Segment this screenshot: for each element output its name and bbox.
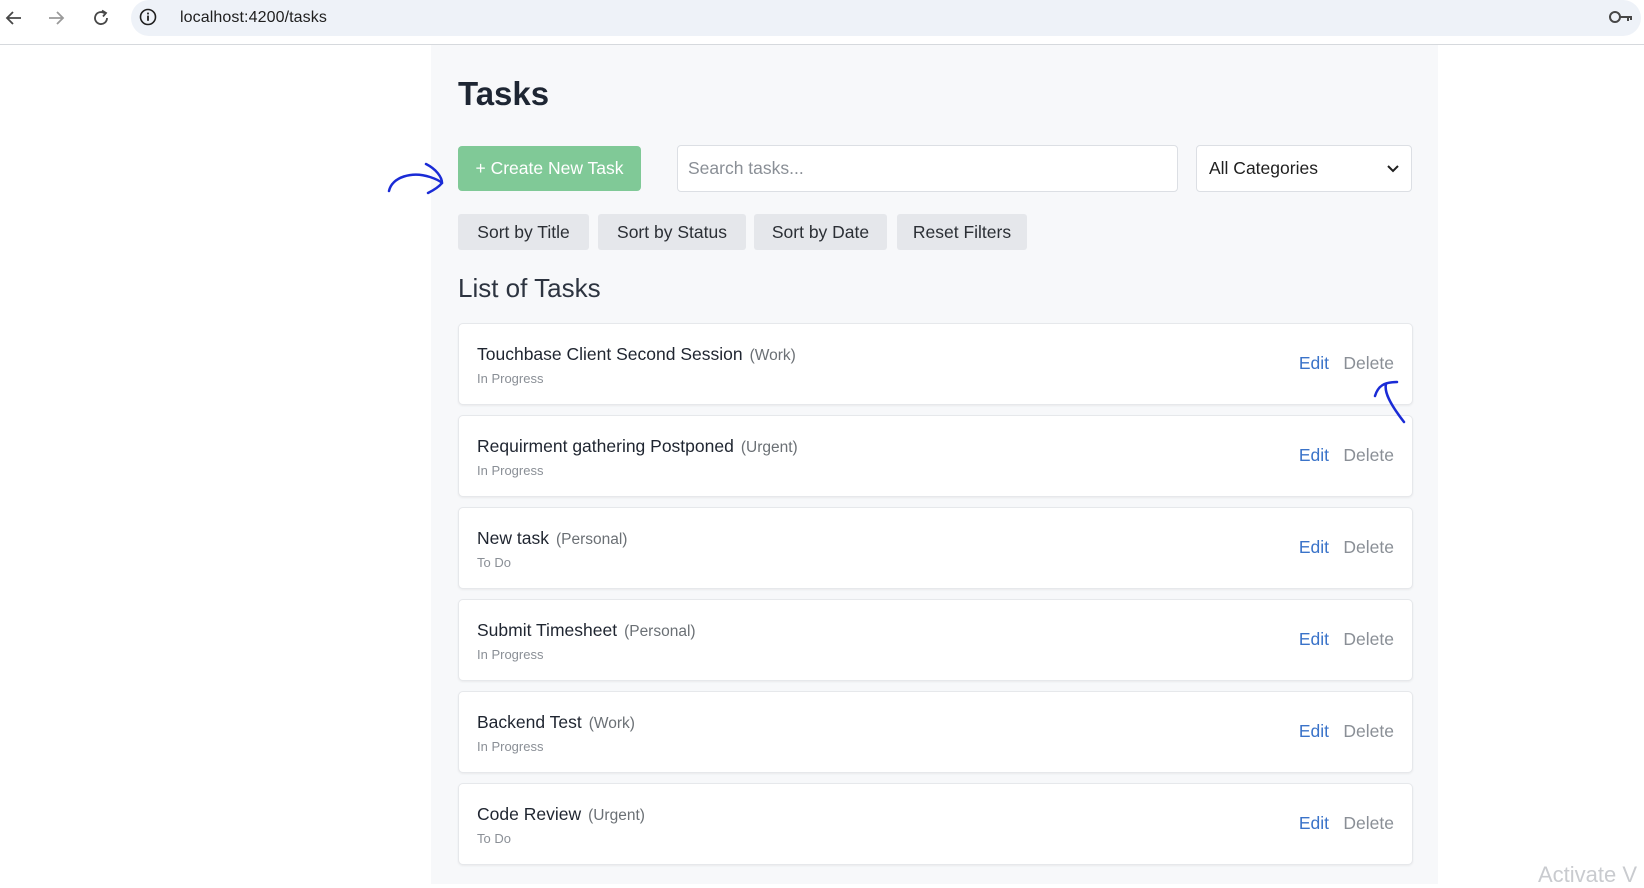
task-status: In Progress: [477, 647, 544, 662]
edit-link[interactable]: Edit: [1299, 629, 1329, 650]
address-bar[interactable]: [131, 0, 1641, 36]
task-status: To Do: [477, 555, 511, 570]
create-task-button[interactable]: + Create New Task: [458, 146, 641, 191]
edit-link[interactable]: Edit: [1299, 353, 1329, 374]
back-button[interactable]: [0, 4, 28, 32]
task-category: (Work): [749, 347, 796, 364]
arrow-right-icon: [49, 11, 65, 25]
task-category: (Urgent): [740, 439, 798, 456]
reload-icon: [94, 9, 108, 25]
reset-filters-button[interactable]: Reset Filters: [897, 214, 1027, 250]
task-card: Touchbase Client Second Session (Work) In…: [458, 323, 1413, 405]
edit-link[interactable]: Edit: [1299, 537, 1329, 558]
task-card: Requirment gathering Postponed (Urgent) I…: [458, 415, 1413, 497]
delete-link[interactable]: Delete: [1343, 537, 1394, 558]
delete-link[interactable]: Delete: [1343, 629, 1394, 650]
task-card: Backend Test (Work) In Progress Edit Dele…: [458, 691, 1413, 773]
sort-by-date-button[interactable]: Sort by Date: [754, 214, 887, 250]
edit-link[interactable]: Edit: [1299, 813, 1329, 834]
info-icon[interactable]: [138, 7, 158, 27]
url-text[interactable]: localhost:4200/tasks: [180, 7, 327, 29]
edit-link[interactable]: Edit: [1299, 445, 1329, 466]
task-status: In Progress: [477, 463, 544, 478]
task-title: Submit Timesheet: [477, 620, 618, 640]
arrow-left-icon: [5, 11, 21, 25]
delete-link[interactable]: Delete: [1343, 353, 1394, 374]
task-title: New task: [477, 528, 549, 548]
delete-link[interactable]: Delete: [1343, 721, 1394, 742]
sort-by-status-button[interactable]: Sort by Status: [598, 214, 746, 250]
task-category: (Personal): [555, 531, 628, 548]
task-card: Code Review (Urgent) To Do Edit Delete: [458, 783, 1413, 865]
chevron-down-icon: [1387, 164, 1399, 172]
delete-link[interactable]: Delete: [1343, 813, 1394, 834]
activate-windows-watermark: Activate V: [1538, 862, 1638, 887]
forward-button[interactable]: [42, 4, 70, 32]
list-title: List of Tasks: [458, 273, 601, 303]
delete-link[interactable]: Delete: [1343, 445, 1394, 466]
task-title: Backend Test: [477, 712, 582, 732]
category-select[interactable]: All Categories: [1196, 145, 1412, 192]
edit-link[interactable]: Edit: [1299, 721, 1329, 742]
task-card: New task (Personal) To Do Edit Delete: [458, 507, 1413, 589]
category-select-value: All Categories: [1209, 158, 1318, 178]
task-status: In Progress: [477, 739, 544, 754]
task-status: In Progress: [477, 371, 544, 386]
task-category: (Urgent): [588, 807, 645, 824]
search-input[interactable]: [677, 145, 1178, 192]
task-title: Requirment gathering Postponed: [477, 436, 734, 456]
task-category: (Personal): [624, 623, 696, 640]
page-title: Tasks: [458, 75, 550, 112]
task-title: Touchbase Client Second Session: [477, 344, 743, 364]
browser-toolbar: localhost:4200/tasks: [0, 0, 1644, 45]
task-card: Submit Timesheet (Personal) In Progress E…: [458, 599, 1413, 681]
key-icon[interactable]: [1608, 6, 1634, 28]
task-category: (Work): [588, 715, 635, 732]
task-title: Code Review: [477, 804, 582, 824]
reload-button[interactable]: [87, 4, 115, 32]
sort-by-title-button[interactable]: Sort by Title: [458, 214, 589, 250]
task-status: To Do: [477, 831, 511, 846]
